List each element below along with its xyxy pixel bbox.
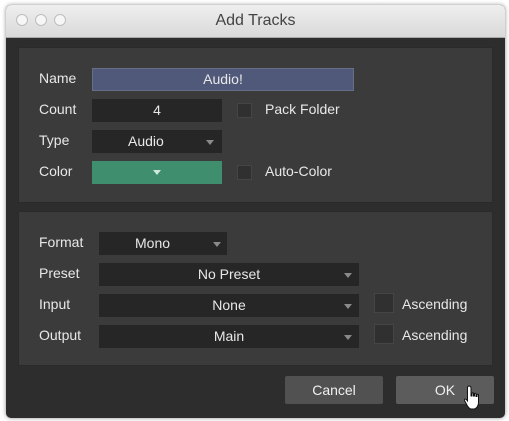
add-tracks-dialog: Add Tracks Name Audio! Count 4 Pack Fold… <box>6 5 505 418</box>
output-value: Main <box>213 328 245 344</box>
chevron-down-icon <box>153 170 161 175</box>
input-ascending-label: Ascending <box>402 296 468 312</box>
window-title: Add Tracks <box>215 12 296 29</box>
io-settings-panel: Format Mono Preset No Preset Input None … <box>18 211 493 366</box>
output-ascending-label: Ascending <box>402 327 468 343</box>
auto-color-label: Auto-Color <box>265 163 332 179</box>
pack-folder-checkbox[interactable] <box>237 103 252 118</box>
format-value: Mono <box>135 235 171 251</box>
format-label: Format <box>39 234 84 250</box>
input-value: None <box>212 297 246 313</box>
type-dropdown[interactable]: Audio <box>92 130 222 153</box>
count-field[interactable]: 4 <box>92 99 222 122</box>
input-dropdown[interactable]: None <box>99 294 359 317</box>
pack-folder-label: Pack Folder <box>265 101 340 117</box>
input-ascending-checkbox[interactable] <box>374 293 394 313</box>
name-field[interactable]: Audio! <box>92 68 354 91</box>
count-label: Count <box>39 101 77 117</box>
preset-dropdown[interactable]: No Preset <box>99 263 359 286</box>
output-ascending-checkbox[interactable] <box>374 324 394 344</box>
color-label: Color <box>39 163 73 179</box>
preset-label: Preset <box>39 265 80 281</box>
track-settings-panel: Name Audio! Count 4 Pack Folder Type Aud… <box>18 47 493 203</box>
input-label: Input <box>39 296 71 312</box>
output-dropdown[interactable]: Main <box>99 325 359 348</box>
output-label: Output <box>39 327 82 343</box>
chevron-down-icon <box>344 335 352 340</box>
name-label: Name <box>39 70 77 86</box>
type-label: Type <box>39 132 70 148</box>
auto-color-checkbox[interactable] <box>237 165 252 180</box>
color-picker[interactable] <box>92 161 222 184</box>
cancel-button[interactable]: Cancel <box>285 376 383 404</box>
title-bar: Add Tracks <box>6 5 505 38</box>
type-value: Audio <box>128 133 164 149</box>
format-dropdown[interactable]: Mono <box>99 232 227 255</box>
chevron-down-icon <box>213 242 221 247</box>
chevron-down-icon <box>344 273 352 278</box>
hand-pointer-icon <box>463 385 479 410</box>
chevron-down-icon <box>206 140 214 145</box>
chevron-down-icon <box>344 304 352 309</box>
preset-value: No Preset <box>197 266 261 282</box>
